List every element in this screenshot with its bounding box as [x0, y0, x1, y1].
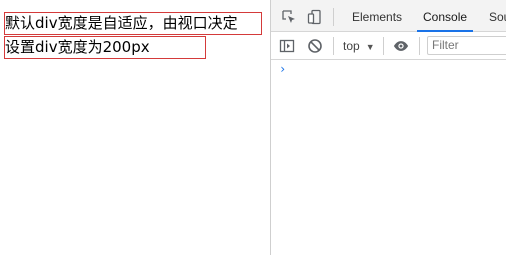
toolbar-divider: [333, 37, 334, 55]
console-toolbar: top ▼ Filter: [271, 32, 506, 60]
prompt-chevron-icon: ›: [279, 62, 287, 76]
filter-placeholder: Filter: [432, 38, 459, 52]
dropdown-caret-icon: ▼: [365, 42, 375, 52]
toolbar-divider: [383, 37, 384, 55]
fixed-width-div: 设置div宽度为200px: [4, 36, 206, 59]
tab-sources[interactable]: Sou: [489, 0, 506, 31]
toolbar-divider: [333, 8, 334, 26]
page-viewport: 默认div宽度是自适应，由视口决定 设置div宽度为200px: [0, 0, 270, 255]
auto-width-text: 默认div宽度是自适应，由视口决定: [5, 14, 238, 32]
sidebar-toggle-icon[interactable]: [279, 38, 295, 54]
console-prompt[interactable]: ›: [279, 62, 286, 76]
auto-width-div: 默认div宽度是自适应，由视口决定: [4, 12, 262, 35]
devtools-tab-bar: Elements Console Sou: [271, 0, 506, 32]
device-toolbar-icon[interactable]: [307, 9, 323, 25]
context-select-value: top: [343, 39, 360, 53]
devtools-panel: Elements Console Sou top ▼: [270, 0, 506, 255]
tab-elements[interactable]: Elements: [352, 0, 402, 31]
console-filter-input[interactable]: Filter: [427, 36, 506, 55]
toolbar-divider: [419, 37, 420, 55]
live-expression-eye-icon[interactable]: [393, 38, 409, 54]
context-select[interactable]: top ▼: [343, 37, 375, 55]
clear-console-icon[interactable]: [307, 38, 323, 54]
fixed-width-text: 设置div宽度为200px: [5, 38, 150, 56]
inspect-element-icon[interactable]: [281, 9, 297, 25]
tab-console[interactable]: Console: [416, 0, 474, 32]
